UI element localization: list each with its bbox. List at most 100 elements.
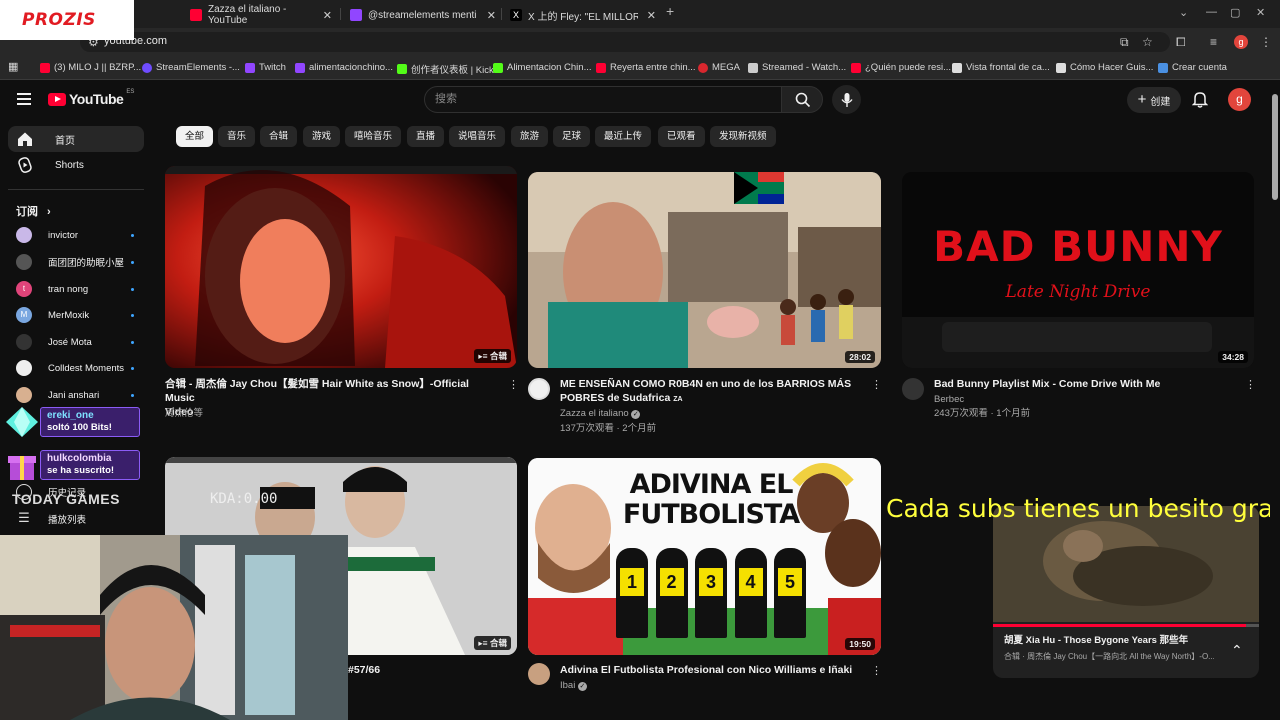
browser-tab[interactable]: X X 上的 Fley: "EL MILLOR SE ✕ (504, 4, 658, 26)
close-tab-icon[interactable]: ✕ (647, 9, 656, 22)
new-content-dot (131, 366, 134, 370)
chip[interactable]: 发现新视频 (710, 126, 776, 147)
miniplayer-progress-fill (993, 624, 1246, 627)
channel-name[interactable]: 周杰伦等 (165, 406, 203, 421)
search-input[interactable]: 搜索 (424, 86, 782, 113)
chip[interactable]: 嘻哈音乐 (345, 126, 402, 147)
channel-name[interactable]: Ibai ✓ (560, 678, 587, 693)
bookmark-item[interactable]: alimentacionchino... (295, 62, 393, 73)
sidebar-item-playlists[interactable]: ☰ 播放列表 (16, 510, 138, 528)
new-content-dot (131, 287, 134, 291)
video-thumbnail[interactable]: ADIVINA EL FUTBOLISTA 1 2 3 4 5 19:50 (528, 458, 881, 655)
thumbnail-subtitle: Late Night Drive (1005, 282, 1151, 302)
bookmark-item[interactable]: Reyerta entre chin... (596, 62, 696, 73)
more-options-icon[interactable]: ⋮ (871, 378, 882, 391)
verified-icon: ✓ (631, 410, 641, 419)
chip[interactable]: 已观看 (658, 126, 705, 147)
tab-search-icon[interactable]: ⌄ (1179, 6, 1188, 19)
browser-tab[interactable]: Zazza el italiano - YouTube ✕ (184, 4, 334, 26)
bookmark-star-icon[interactable]: ☆ (1142, 35, 1153, 49)
new-content-dot (131, 260, 134, 264)
video-title[interactable]: #57/66 (348, 663, 380, 677)
bookmark-item[interactable]: Streamed - Watch... (748, 62, 846, 73)
bookmark-item[interactable]: Alimentacion Chin... (493, 62, 591, 73)
omnibox[interactable] (80, 32, 1170, 52)
channel-avatar[interactable] (528, 663, 550, 685)
video-title[interactable]: Adivina El Futbolista Profesional con Ni… (560, 663, 860, 677)
subscription-item[interactable]: José Mota (16, 333, 138, 351)
chip[interactable]: 游戏 (303, 126, 341, 147)
subscription-item[interactable]: 面团团的助眠小屋 (16, 253, 138, 271)
video-thumbnail[interactable]: 28:02 (528, 172, 881, 368)
minimize-button[interactable]: — (1206, 6, 1217, 18)
extensions-icon[interactable]: ⧠ (1176, 35, 1186, 50)
channel-avatar[interactable] (528, 378, 550, 400)
miniplayer[interactable]: 胡夏 Xia Hu - Those Bygone Years 那些年 合辑 · … (993, 506, 1259, 678)
bookmark-item[interactable]: 创作者仪表板 | Kick (397, 62, 494, 76)
streamelements-icon (142, 62, 152, 73)
bookmark-item[interactable]: MEGA (698, 62, 740, 73)
bookmark-item[interactable]: Crear cuenta (1158, 62, 1227, 73)
miniplayer-progress-track[interactable] (993, 624, 1259, 627)
subscription-item[interactable]: M MerMoxik (16, 306, 138, 324)
close-tab-icon[interactable]: ✕ (323, 9, 332, 22)
expand-chevron-icon[interactable]: ⌃ (1231, 642, 1243, 659)
chip[interactable]: 音乐 (218, 126, 256, 147)
search-button[interactable] (781, 86, 823, 113)
youtube-logo[interactable]: YouTube ES (48, 89, 134, 107)
new-content-dot (131, 313, 134, 317)
new-tab-button[interactable]: + (666, 3, 674, 19)
close-tab-icon[interactable]: ✕ (487, 9, 496, 22)
channel-name[interactable]: Berbec (934, 392, 964, 407)
video-thumbnail[interactable]: ▸≡ 合辑 (165, 166, 517, 368)
video-thumbnail[interactable]: BAD BUNNY Late Night Drive 34:28 (902, 172, 1254, 368)
chip[interactable]: 直播 (407, 126, 445, 147)
account-avatar[interactable]: g (1228, 88, 1251, 111)
chip[interactable]: 全部 (176, 126, 214, 147)
subscription-item[interactable]: invictor (16, 226, 138, 244)
bookmarks-bar: ▦ (3) MILO J || BZRP... StreamElements -… (0, 56, 1280, 80)
bookmark-item[interactable]: Vista frontal de ca... (952, 62, 1050, 73)
bookmark-item[interactable]: Cómo Hacer Guis... (1056, 62, 1153, 73)
media-icon[interactable]: ≡ (1210, 35, 1217, 49)
gift-icon (8, 456, 36, 480)
voice-search-button[interactable] (832, 85, 861, 114)
notifications-bell-icon[interactable] (1192, 90, 1208, 108)
sidebar-item-home[interactable]: 首页 (8, 126, 144, 152)
menu-hamburger-icon[interactable] (17, 93, 31, 105)
subscriptions-heading[interactable]: 订阅 › (16, 203, 51, 219)
subscription-item[interactable]: Jani anshari (16, 386, 138, 404)
browser-profile-avatar[interactable]: g (1234, 35, 1248, 49)
more-options-icon[interactable]: ⋮ (508, 378, 519, 391)
bookmark-item[interactable]: (3) MILO J || BZRP... (40, 62, 141, 73)
sidebar-item-shorts[interactable]: Shorts (8, 152, 144, 178)
avatar (16, 387, 32, 403)
browser-tab[interactable]: @streamelements menti ✕ (344, 4, 498, 26)
subscription-item[interactable]: t tran nong (16, 280, 138, 298)
video-stats: 137万次观看 · 2个月前 (560, 423, 657, 434)
close-window-button[interactable]: ✕ (1256, 6, 1265, 19)
chip[interactable]: 说唱音乐 (449, 126, 506, 147)
chevron-right-icon: › (47, 206, 51, 218)
channel-avatar[interactable] (902, 378, 924, 400)
chip[interactable]: 合辑 (260, 126, 298, 147)
chip[interactable]: 足球 (553, 126, 591, 147)
install-app-icon[interactable]: ⧉ (1120, 35, 1129, 50)
bookmark-item[interactable]: StreamElements -... (142, 62, 240, 73)
video-title[interactable]: 合辑 - 周杰倫 Jay Chou【髮如雪 Hair White as Snow… (165, 377, 500, 419)
bookmark-item[interactable]: ¿Quién puede resi... (851, 62, 951, 73)
chip[interactable]: 最近上传 (595, 126, 652, 147)
maximize-button[interactable]: ▢ (1230, 6, 1240, 19)
more-options-icon[interactable]: ⋮ (1245, 378, 1256, 391)
apps-grid-icon[interactable]: ▦ (8, 60, 18, 73)
video-title[interactable]: Bad Bunny Playlist Mix - Come Drive With… (934, 377, 1234, 391)
channel-name[interactable]: Zazza el italiano ✓ (560, 406, 641, 421)
subscription-item[interactable]: Colldest Moments (16, 359, 138, 377)
create-button[interactable]: + 创建 (1127, 87, 1181, 113)
scrollbar-thumb[interactable] (1272, 94, 1278, 200)
chip[interactable]: 旅游 (511, 126, 549, 147)
more-options-icon[interactable]: ⋮ (871, 664, 882, 677)
menu-icon[interactable]: ⋮ (1260, 35, 1272, 49)
video-title[interactable]: ME ENSEÑAN COMO R0B4N en uno de los BARR… (560, 377, 860, 407)
bookmark-item[interactable]: Twitch (245, 62, 286, 73)
